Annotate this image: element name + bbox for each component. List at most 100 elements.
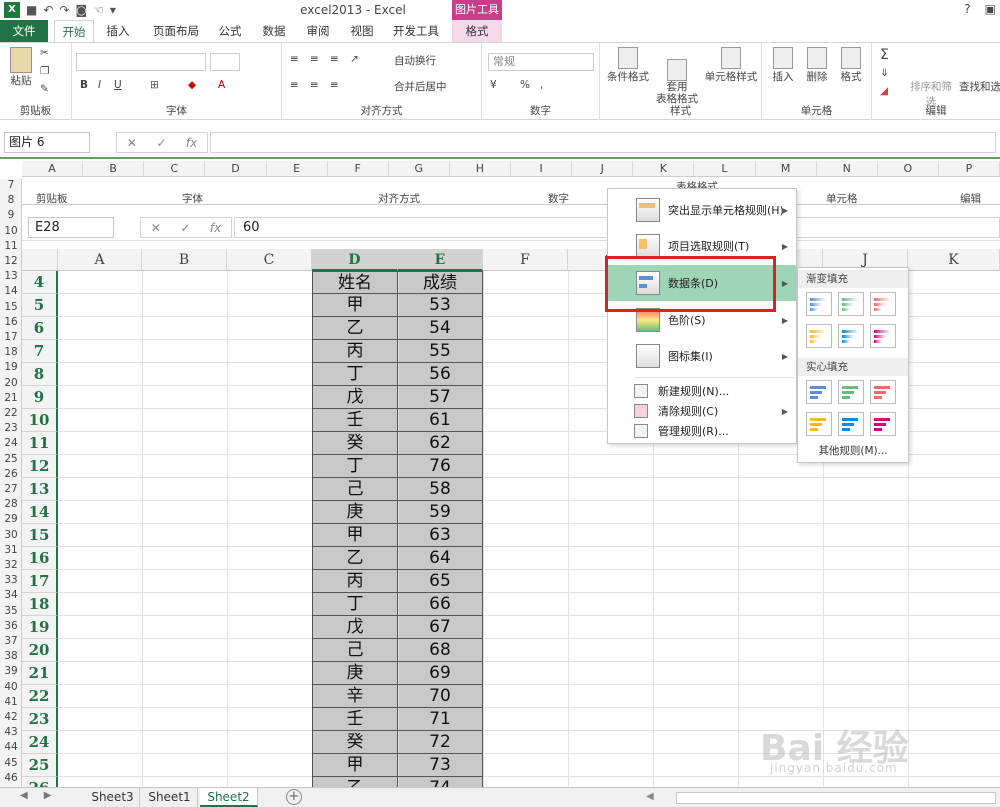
wrap-text-button[interactable]: 自动换行: [394, 53, 436, 68]
column-header-a[interactable]: A: [58, 249, 142, 271]
name-cell[interactable]: 姓名: [312, 271, 398, 294]
row-header[interactable]: 17: [22, 570, 58, 593]
name-cell[interactable]: 戊: [312, 386, 398, 409]
font-color-icon[interactable]: A: [218, 79, 225, 91]
border-icon[interactable]: ⊞: [150, 79, 159, 91]
menu-item-icon-sets[interactable]: 图标集(I) ▶: [608, 339, 796, 373]
row-header[interactable]: 15: [22, 524, 58, 547]
solid-databar-option[interactable]: [838, 412, 864, 436]
currency-icon[interactable]: ¥: [490, 79, 497, 91]
name-cell[interactable]: 癸: [312, 731, 398, 754]
menu-item-new-rule[interactable]: 新建规则(N)...: [608, 381, 796, 401]
orientation-icon[interactable]: ↗: [350, 53, 359, 65]
row-header[interactable]: 9: [22, 386, 58, 409]
name-cell[interactable]: 乙: [312, 547, 398, 570]
paste-button[interactable]: 粘贴: [6, 47, 36, 88]
score-cell[interactable]: 58: [398, 478, 483, 501]
sheet-tab-sheet2[interactable]: Sheet2: [200, 788, 258, 807]
sheet-tab-sheet1[interactable]: Sheet1: [142, 788, 198, 807]
name-cell[interactable]: 甲: [312, 754, 398, 777]
row-header[interactable]: 14: [22, 501, 58, 524]
cell-styles-button[interactable]: 单元格样式: [702, 47, 760, 84]
percent-icon[interactable]: %: [520, 79, 530, 91]
score-cell[interactable]: 54: [398, 317, 483, 340]
align-top-icon[interactable]: ≡: [290, 53, 299, 65]
align-bottom-icon[interactable]: ≡: [330, 53, 339, 65]
gradient-databar-option[interactable]: [838, 292, 864, 316]
gradient-databar-option[interactable]: [870, 292, 896, 316]
score-cell[interactable]: 64: [398, 547, 483, 570]
format-painter-icon[interactable]: ✎: [40, 83, 49, 95]
tab-review[interactable]: 审阅: [298, 20, 338, 42]
name-cell[interactable]: 庚: [312, 501, 398, 524]
solid-databar-option[interactable]: [870, 380, 896, 404]
score-cell[interactable]: 68: [398, 639, 483, 662]
row-header[interactable]: 13: [22, 478, 58, 501]
row-header[interactable]: 24: [22, 731, 58, 754]
add-sheet-button[interactable]: +: [286, 789, 302, 805]
row-header[interactable]: 6: [22, 317, 58, 340]
insert-cells-button[interactable]: 插入: [768, 47, 798, 84]
score-cell[interactable]: 69: [398, 662, 483, 685]
row-header[interactable]: 26: [22, 777, 58, 787]
row-header[interactable]: 18: [22, 593, 58, 616]
format-cells-button[interactable]: 格式: [836, 47, 866, 84]
row-header[interactable]: 11: [22, 432, 58, 455]
menu-item-highlight-rules[interactable]: 突出显示单元格规则(H) ▶: [608, 193, 796, 227]
score-cell[interactable]: 66: [398, 593, 483, 616]
next-sheet-icon[interactable]: ▶: [44, 790, 52, 801]
name-cell[interactable]: 丁: [312, 455, 398, 478]
gradient-databar-option[interactable]: [838, 324, 864, 348]
align-center-icon[interactable]: ≡: [310, 79, 319, 91]
tab-home[interactable]: 开始: [54, 20, 94, 42]
column-header-e[interactable]: E: [398, 249, 483, 271]
autosum-icon[interactable]: Σ: [880, 47, 889, 63]
gradient-databar-option[interactable]: [806, 292, 832, 316]
tab-page-layout[interactable]: 页面布局: [146, 20, 206, 42]
row-header[interactable]: 8: [22, 363, 58, 386]
row-header[interactable]: 10: [22, 409, 58, 432]
cancel-icon[interactable]: ✕: [127, 136, 137, 150]
name-cell[interactable]: 壬: [312, 409, 398, 432]
row-header[interactable]: 19: [22, 616, 58, 639]
clear-icon[interactable]: ◢: [880, 85, 888, 97]
column-header-k[interactable]: K: [908, 249, 1000, 271]
name-box[interactable]: 图片 6: [4, 132, 90, 153]
score-cell[interactable]: 71: [398, 708, 483, 731]
column-header-c[interactable]: C: [227, 249, 312, 271]
font-size-box[interactable]: [210, 53, 240, 71]
score-cell[interactable]: 73: [398, 754, 483, 777]
name-cell[interactable]: 庚: [312, 662, 398, 685]
name-cell[interactable]: 癸: [312, 432, 398, 455]
name-cell[interactable]: 甲: [312, 524, 398, 547]
name-cell[interactable]: 乙: [312, 317, 398, 340]
column-header-d[interactable]: D: [312, 249, 398, 271]
name-cell[interactable]: 丙: [312, 570, 398, 593]
delete-cells-button[interactable]: 删除: [802, 47, 832, 84]
score-cell[interactable]: 56: [398, 363, 483, 386]
comma-icon[interactable]: ,: [540, 79, 543, 91]
align-right-icon[interactable]: ≡: [330, 79, 339, 91]
name-cell[interactable]: 甲: [312, 294, 398, 317]
column-header-f[interactable]: F: [483, 249, 568, 271]
score-cell[interactable]: 63: [398, 524, 483, 547]
score-cell[interactable]: 67: [398, 616, 483, 639]
prev-sheet-icon[interactable]: ◀: [20, 790, 28, 801]
select-all-corner[interactable]: [22, 249, 58, 271]
score-cell[interactable]: 53: [398, 294, 483, 317]
row-header[interactable]: 20: [22, 639, 58, 662]
scroll-left-icon[interactable]: ◀: [646, 791, 654, 802]
name-cell[interactable]: 乙: [312, 777, 398, 787]
menu-item-clear-rules[interactable]: 清除规则(C) ▶: [608, 401, 796, 421]
tab-formulas[interactable]: 公式: [210, 20, 250, 42]
score-cell[interactable]: 76: [398, 455, 483, 478]
gradient-databar-option[interactable]: [870, 324, 896, 348]
solid-databar-option[interactable]: [806, 412, 832, 436]
tab-file[interactable]: 文件: [0, 20, 48, 42]
ribbon-display-options-icon[interactable]: ▣: [985, 2, 996, 16]
align-left-icon[interactable]: ≡: [290, 79, 299, 91]
score-cell[interactable]: 61: [398, 409, 483, 432]
horizontal-scrollbar[interactable]: [676, 792, 996, 804]
row-header[interactable]: 16: [22, 547, 58, 570]
name-cell[interactable]: 丁: [312, 363, 398, 386]
